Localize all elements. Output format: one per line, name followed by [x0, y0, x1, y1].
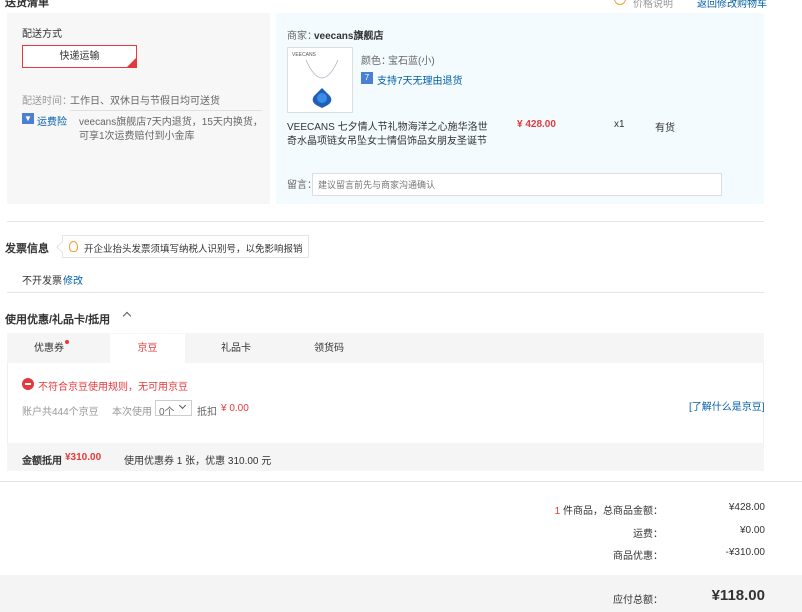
invoice-tip-box: 开企业抬头发票须填写纳税人识别号，以免影响报销	[56, 235, 309, 258]
insurance-line2: 可享1次运费赔付到小金库	[79, 131, 195, 142]
summary-text: 使用优惠券 1 张，优惠 310.00 元	[124, 456, 272, 467]
insurance-link[interactable]: 运费险	[37, 113, 67, 128]
necklace-icon	[305, 59, 339, 108]
payable-bar	[0, 575, 802, 612]
merchant-name: veecans旗舰店	[314, 31, 384, 42]
product-image[interactable]: VEECANS	[287, 47, 353, 113]
note-input[interactable]	[312, 173, 722, 196]
product-title-line2[interactable]: 奇水晶项链女吊坠女士情侣饰品女朋友圣诞节	[287, 132, 487, 147]
checkout-page: { "header": { "section_title": "送货清单", "…	[0, 0, 802, 612]
color-label: 颜色：	[361, 56, 391, 67]
deduct-label: 抵扣	[197, 407, 217, 418]
discount-label: 商品优惠：	[613, 551, 663, 562]
divider	[0, 481, 802, 482]
product-title-line1[interactable]: VEECANS 七夕情人节礼物海洋之心施华洛世	[287, 118, 488, 133]
delivery-panel	[7, 13, 270, 204]
invoice-title: 发票信息	[5, 243, 49, 255]
jingdou-select[interactable]: 0个	[155, 400, 192, 418]
color-value: 宝石蓝(小)	[388, 56, 435, 67]
learn-jingdou-link[interactable]: [了解什么是京豆]	[689, 398, 765, 413]
invoice-value: 不开发票	[22, 276, 62, 287]
use-label: 本次使用	[112, 407, 152, 418]
divider	[7, 292, 764, 293]
delivery-label: 配送方式	[22, 29, 62, 40]
goods-count-row: 1 件商品，总商品金额：	[555, 502, 663, 517]
jingdou-error: 不符合京豆使用规则，无可用京豆	[38, 382, 188, 393]
jingdou-balance: 账户共444个京豆	[22, 407, 99, 418]
product-price: ¥ 428.00	[517, 119, 556, 130]
new-dot-badge	[65, 340, 69, 344]
delivery-time-value: 工作日、双休日与节假日均可送货	[70, 96, 220, 107]
tab-jingdou[interactable]: 京豆	[110, 334, 185, 363]
goods-count: 1	[554, 506, 561, 517]
payable-amount: ¥118.00	[711, 587, 765, 604]
selected-corner-icon	[127, 58, 136, 67]
stock-status: 有货	[655, 123, 675, 134]
delivery-time-label: 配送时间：	[22, 96, 72, 107]
summary-label: 金额抵用	[22, 456, 62, 467]
freight-label: 运费：	[633, 529, 663, 540]
payable-label: 应付总额：	[613, 595, 663, 606]
discount-summary-bar	[7, 443, 764, 471]
tab-gift-card[interactable]: 礼品卡	[205, 334, 267, 363]
section-title: 送货清单	[5, 0, 49, 9]
coupon-section-title[interactable]: 使用优惠/礼品卡/抵用	[5, 311, 110, 327]
return-policy-link[interactable]: 支持7天无理由退货	[377, 72, 463, 87]
insurance-icon: ▼	[22, 113, 34, 124]
tab-pickup-code[interactable]: 领货码	[298, 334, 360, 363]
tip-arrow-icon	[56, 241, 68, 253]
insurance-line1: veecans旗舰店7天内退货，15天内换货，	[79, 117, 263, 128]
back-to-cart-link[interactable]: 返回修改购物车	[697, 0, 767, 10]
goods-count-suffix: 件商品，总商品金额：	[563, 506, 663, 517]
return-policy-icon: 7	[361, 72, 373, 84]
divider	[70, 110, 262, 111]
error-icon	[22, 378, 34, 390]
invoice-edit-link[interactable]: 修改	[63, 272, 83, 287]
freight-amount: ¥0.00	[739, 525, 765, 536]
invoice-tip-text: 开企业抬头发票须填写纳税人识别号，以免影响报销	[84, 244, 303, 255]
chevron-up-icon[interactable]	[122, 311, 132, 321]
tab-coupon[interactable]: 优惠券	[20, 334, 78, 363]
info-icon	[614, 0, 626, 5]
deduct-value: ¥ 0.00	[221, 403, 249, 414]
delivery-method-button[interactable]: 快递运输	[22, 45, 137, 68]
merchant-label: 商家：	[287, 31, 317, 42]
delivery-method-label: 快递运输	[59, 51, 100, 62]
summary-amount: ¥310.00	[65, 452, 102, 463]
divider	[7, 221, 764, 222]
chevron-down-icon	[178, 401, 187, 410]
product-qty: x1	[614, 119, 625, 130]
jingdou-select-value: 0个	[159, 407, 175, 418]
bulb-icon	[69, 241, 78, 252]
goods-amount: ¥428.00	[728, 502, 765, 513]
discount-amount: -¥310.00	[725, 547, 765, 558]
price-note-link[interactable]: 价格说明	[633, 0, 673, 10]
